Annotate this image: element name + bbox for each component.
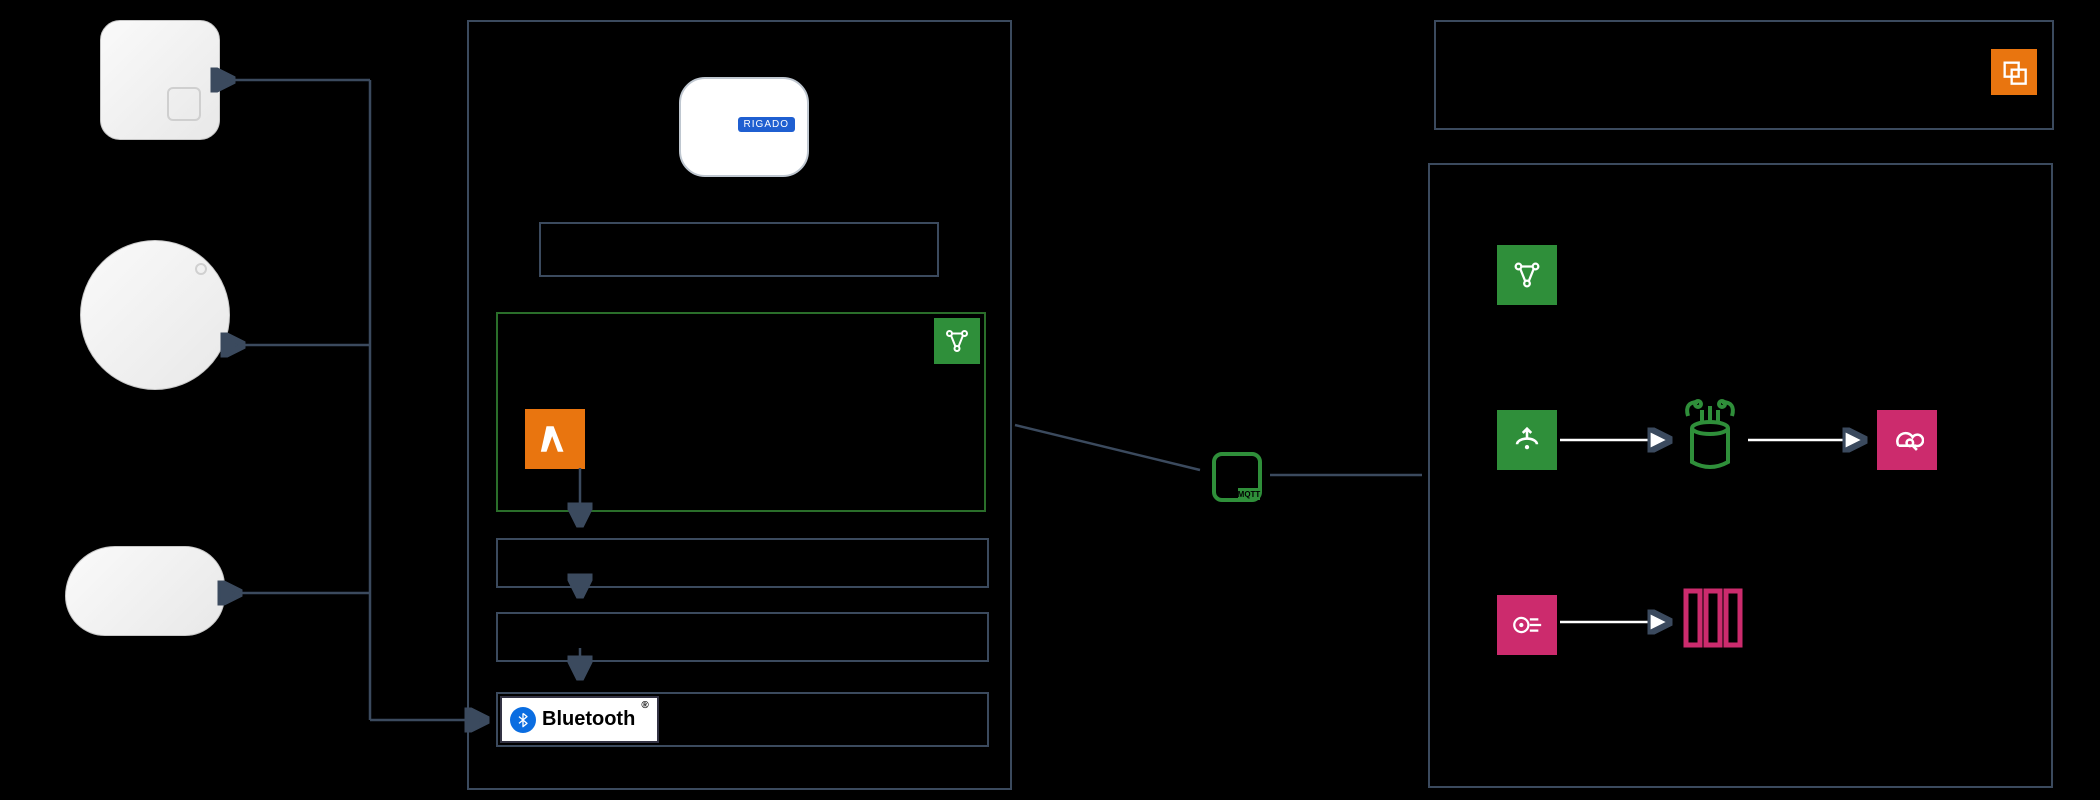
greengrass-row	[496, 312, 986, 512]
ec2-icon	[1991, 49, 2037, 95]
mqtt-icon: MQTT	[1210, 450, 1264, 507]
catalog-icon	[1682, 585, 1748, 654]
iot-analytics-cloud-icon	[1877, 410, 1937, 470]
svg-text:MQTT: MQTT	[1238, 490, 1261, 499]
lambda-icon	[525, 409, 585, 469]
bluetooth-row: Bluetooth ®	[496, 692, 989, 747]
gateway-row-3	[496, 538, 989, 588]
greengrass-icon	[934, 318, 980, 364]
gateway-row-1	[539, 222, 939, 277]
sensor-square	[100, 20, 220, 140]
gateway-container: RIGADO	[467, 20, 1012, 790]
rigado-device: RIGADO	[679, 77, 809, 177]
sensor-circle	[80, 240, 230, 390]
bluetooth-badge: Bluetooth ®	[500, 696, 659, 743]
bluetooth-icon	[510, 707, 536, 733]
sensor-blob	[65, 546, 225, 636]
iot-analytics-bucket-icon	[1680, 398, 1740, 473]
gateway-row-4	[496, 612, 989, 662]
cloud-top-box	[1434, 20, 2054, 130]
rigado-brand: RIGADO	[738, 117, 795, 132]
iot-rule-icon	[1497, 410, 1557, 470]
cloud-main-box	[1428, 163, 2053, 788]
bluetooth-label: Bluetooth	[542, 708, 635, 731]
iot-core-icon	[1497, 245, 1557, 305]
iot-device-management-icon	[1497, 595, 1557, 655]
